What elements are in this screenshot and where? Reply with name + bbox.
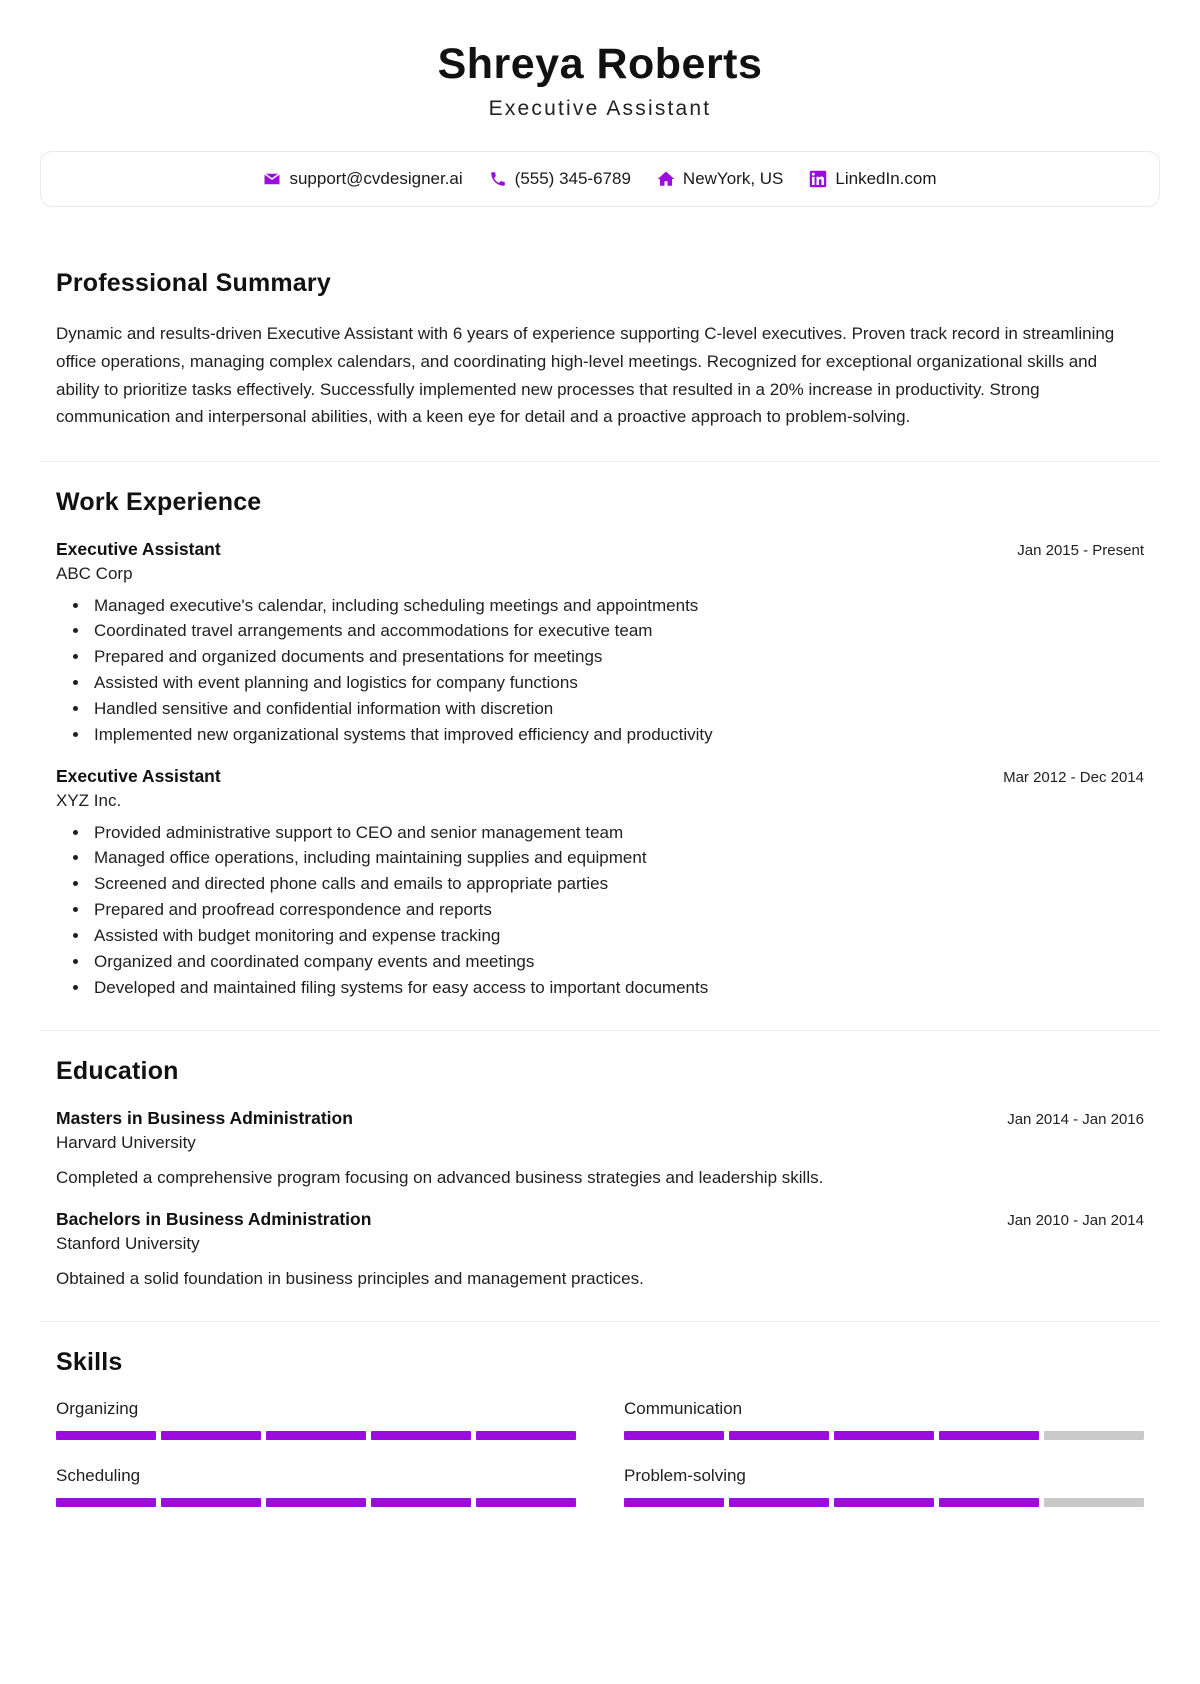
work-entry-date: Jan 2015 - Present: [1017, 541, 1144, 559]
skill-rating-bar: [624, 1431, 1144, 1441]
section-title-education: Education: [56, 1057, 179, 1086]
education-entry-head: Bachelors in Business Administration Jan…: [56, 1209, 1144, 1230]
skill-item: Organizing: [56, 1399, 576, 1441]
section-work-experience: Work Experience Executive Assistant Jan …: [40, 460, 1160, 1031]
skill-segment: [624, 1431, 724, 1441]
skill-segment: [939, 1498, 1039, 1508]
linkedin-icon: [809, 170, 827, 188]
contact-item-linkedin[interactable]: LinkedIn.com: [809, 169, 937, 189]
section-professional-summary: Professional Summary Dynamic and results…: [40, 243, 1160, 460]
skill-segment: [371, 1431, 471, 1441]
contact-item-phone[interactable]: (555) 345-6789: [489, 169, 631, 189]
contact-linkedin-text: LinkedIn.com: [835, 169, 937, 189]
work-bullet: Managed office operations, including mai…: [90, 845, 1144, 871]
contact-email-text: support@cvdesigner.ai: [289, 169, 463, 189]
education-entry: Masters in Business Administration Jan 2…: [56, 1108, 1144, 1191]
skill-label: Scheduling: [56, 1466, 141, 1486]
work-bullet: Coordinated travel arrangements and acco…: [90, 618, 1144, 644]
skill-segment: [56, 1431, 156, 1441]
home-icon: [657, 170, 675, 188]
skill-segment: [476, 1498, 576, 1508]
skill-rating-bar: [624, 1498, 1144, 1508]
skill-segment: [939, 1431, 1039, 1441]
work-entry-bullets: Managed executive's calendar, including …: [56, 593, 1144, 748]
section-title-skills: Skills: [56, 1348, 123, 1377]
work-bullet: Screened and directed phone calls and em…: [90, 871, 1144, 897]
section-title-summary: Professional Summary: [56, 269, 331, 298]
skill-segment: [161, 1431, 261, 1441]
education-entry-head: Masters in Business Administration Jan 2…: [56, 1108, 1144, 1129]
work-entry-head: Executive Assistant Mar 2012 - Dec 2014: [56, 766, 1144, 787]
work-bullet: Managed executive's calendar, including …: [90, 593, 1144, 619]
skill-segment: [266, 1431, 366, 1441]
work-bullet: Assisted with budget monitoring and expe…: [90, 923, 1144, 949]
work-bullet: Prepared and proofread correspondence an…: [90, 897, 1144, 923]
work-bullet: Handled sensitive and confidential infor…: [90, 696, 1144, 722]
section-title-work: Work Experience: [56, 487, 262, 516]
contact-phone-text: (555) 345-6789: [514, 169, 631, 189]
work-entry-role: Executive Assistant: [56, 765, 221, 786]
phone-icon: [489, 170, 507, 188]
section-education: Education Masters in Business Administra…: [40, 1030, 1160, 1321]
skill-segment: [476, 1431, 576, 1441]
work-entry-org: XYZ Inc.: [56, 790, 122, 810]
contact-item-location[interactable]: NewYork, US: [657, 169, 783, 189]
contact-bar: support@cvdesigner.ai (555) 345-6789 New…: [40, 151, 1160, 208]
skill-segment: [371, 1498, 471, 1508]
skill-segment: [266, 1498, 366, 1508]
skill-item: Problem-solving: [624, 1466, 1144, 1508]
skill-rating-bar: [56, 1431, 576, 1441]
education-entry-school: Stanford University: [56, 1233, 200, 1253]
skill-item: Scheduling: [56, 1466, 576, 1508]
skill-label: Organizing: [56, 1399, 139, 1419]
contact-location-text: NewYork, US: [682, 169, 784, 189]
resume-header: Shreya Roberts Executive Assistant: [40, 0, 1160, 151]
skill-segment: [834, 1498, 934, 1508]
work-entry-org: ABC Corp: [56, 563, 133, 583]
work-entry-head: Executive Assistant Jan 2015 - Present: [56, 539, 1144, 560]
education-entry-degree: Bachelors in Business Administration: [56, 1208, 372, 1229]
skill-item: Communication: [624, 1399, 1144, 1441]
skill-label: Communication: [624, 1399, 743, 1419]
work-bullet: Implemented new organizational systems t…: [90, 722, 1144, 748]
skill-segment: [624, 1498, 724, 1508]
education-entry-degree: Masters in Business Administration: [56, 1108, 353, 1129]
work-bullet: Prepared and organized documents and pre…: [90, 644, 1144, 670]
summary-text: Dynamic and results-driven Executive Ass…: [56, 324, 1115, 427]
skill-segment: [729, 1498, 829, 1508]
skill-segment: [834, 1431, 934, 1441]
work-bullet: Assisted with event planning and logisti…: [90, 670, 1144, 696]
candidate-job-title: Executive Assistant: [488, 97, 712, 121]
education-entry-date: Jan 2014 - Jan 2016: [1007, 1111, 1144, 1129]
work-bullet: Organized and coordinated company events…: [90, 949, 1144, 975]
education-entry-description: Completed a comprehensive program focusi…: [56, 1168, 824, 1188]
education-entry-school: Harvard University: [56, 1133, 196, 1153]
skill-segment: [1044, 1431, 1144, 1441]
work-bullet: Developed and maintained filing systems …: [90, 975, 1144, 1001]
skill-segment: [1044, 1498, 1144, 1508]
work-entry-bullets: Provided administrative support to CEO a…: [56, 820, 1144, 1001]
section-skills: Skills Organizing Communication Scheduli…: [40, 1321, 1160, 1537]
candidate-name: Shreya Roberts: [437, 40, 763, 88]
work-entry: Executive Assistant Jan 2015 - Present A…: [56, 539, 1144, 748]
education-entry: Bachelors in Business Administration Jan…: [56, 1209, 1144, 1292]
work-entry-date: Mar 2012 - Dec 2014: [1003, 768, 1144, 786]
resume-page: Shreya Roberts Executive Assistant suppo…: [40, 0, 1160, 1537]
skill-segment: [56, 1498, 156, 1508]
work-entry-role: Executive Assistant: [56, 538, 221, 559]
skill-segment: [161, 1498, 261, 1508]
skill-label: Problem-solving: [624, 1466, 746, 1486]
envelope-icon: [263, 170, 281, 188]
education-entry-description: Obtained a solid foundation in business …: [56, 1268, 644, 1288]
skill-rating-bar: [56, 1498, 576, 1508]
work-bullet: Provided administrative support to CEO a…: [90, 820, 1144, 846]
skill-segment: [729, 1431, 829, 1441]
contact-item-email[interactable]: support@cvdesigner.ai: [263, 169, 463, 189]
skills-grid: Organizing Communication Scheduling Prob…: [56, 1399, 1144, 1508]
work-entry: Executive Assistant Mar 2012 - Dec 2014 …: [56, 766, 1144, 1001]
education-entry-date: Jan 2010 - Jan 2014: [1007, 1211, 1144, 1229]
